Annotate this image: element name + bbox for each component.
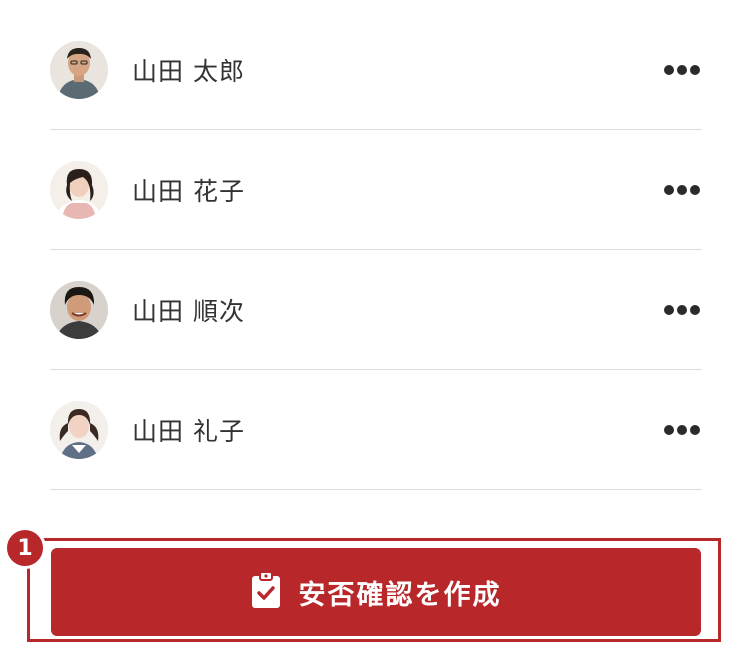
member-name: 山田 順次	[132, 296, 245, 326]
member-name: 山田 花子	[132, 176, 245, 206]
ellipsis-icon	[664, 64, 674, 75]
avatar	[50, 280, 108, 339]
member-name: 山田 太郎	[132, 56, 245, 86]
member-row[interactable]: 山田 太郎	[50, 10, 702, 130]
ellipsis-icon	[664, 304, 674, 315]
member-list: 山田 太郎 山田 花子 山田 順次 山田 礼子	[50, 10, 702, 490]
member-row[interactable]: 山田 順次	[50, 250, 702, 370]
ellipsis-icon	[664, 424, 674, 435]
more-options-button[interactable]	[664, 299, 700, 321]
more-options-button[interactable]	[664, 179, 700, 201]
more-options-button[interactable]	[664, 419, 700, 441]
avatar	[50, 40, 108, 99]
more-options-button[interactable]	[664, 59, 700, 81]
clipboard-check-icon	[251, 571, 281, 613]
step-badge: 1	[4, 527, 46, 569]
create-button-label: 安否確認を作成	[298, 579, 502, 611]
member-name: 山田 礼子	[132, 416, 245, 446]
member-row[interactable]: 山田 花子	[50, 130, 702, 250]
ellipsis-icon	[664, 184, 674, 195]
create-safety-check-button[interactable]: 安否確認を作成	[51, 548, 701, 636]
avatar	[50, 400, 108, 459]
avatar	[50, 160, 108, 219]
member-row[interactable]: 山田 礼子	[50, 370, 702, 490]
